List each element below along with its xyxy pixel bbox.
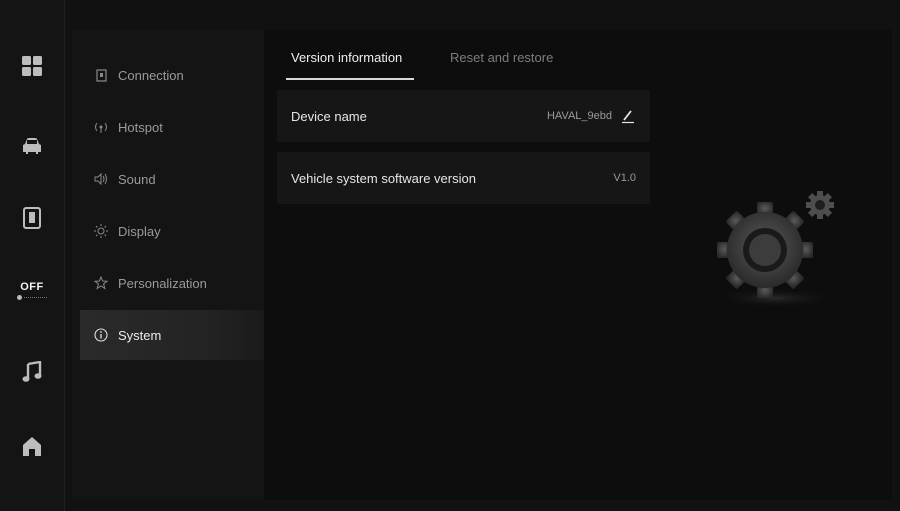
sidebar-item-label: Connection [118, 67, 184, 83]
device-name-value: HAVAL_9ebd [546, 110, 612, 122]
personalization-icon [94, 276, 108, 290]
tab-label: Reset and restore [450, 50, 554, 65]
hotspot-icon [94, 120, 108, 134]
info-icon [94, 328, 108, 342]
sidebar-item-display[interactable]: Display [80, 206, 264, 256]
tab-reset-and-restore[interactable]: Reset and restore [450, 50, 553, 74]
sidebar-item-sound[interactable]: Sound [80, 154, 264, 204]
gears-illustration [707, 170, 857, 320]
climate-button[interactable]: OFF [0, 268, 64, 312]
active-tab-indicator [286, 78, 415, 80]
sidebar-item-hotspot[interactable]: Hotspot [80, 102, 264, 152]
vehicle-button[interactable] [0, 124, 64, 168]
tab-version-information[interactable]: Version information [286, 50, 415, 80]
gear-icon [713, 191, 837, 308]
pencil-icon [622, 110, 634, 124]
sidebar-item-system[interactable]: System [80, 310, 264, 360]
sidebar-item-label: Hotspot [118, 119, 163, 135]
home-button[interactable] [0, 424, 64, 468]
fan-icon [17, 295, 22, 300]
fan-level-indicator [17, 295, 47, 300]
sidebar-item-label: Personalization [118, 275, 207, 291]
software-version-label: Vehicle system software version [291, 170, 476, 186]
software-version-value: V1.0 [613, 172, 636, 184]
apps-grid-button[interactable] [0, 44, 64, 88]
app-dock: OFF [0, 0, 65, 511]
apps-grid-icon [22, 56, 42, 76]
music-button[interactable] [0, 350, 64, 394]
sidebar-item-label: Sound [118, 171, 156, 187]
climate-status: OFF [20, 281, 44, 293]
sidebar-item-connection[interactable]: Connection [80, 50, 264, 100]
home-icon [23, 437, 41, 456]
edit-device-name-button[interactable] [620, 108, 636, 124]
sidebar-item-label: System [118, 327, 162, 343]
display-icon [94, 224, 108, 238]
car-icon [23, 138, 41, 154]
settings-sidebar: Connection Hotspot Sound Display Persona… [72, 30, 264, 500]
tab-label: Version information [291, 50, 403, 65]
music-icon [22, 361, 42, 382]
sidebar-item-label: Display [118, 223, 161, 239]
phone-icon [23, 207, 41, 229]
sound-icon [94, 172, 108, 186]
device-name-label: Device name [291, 108, 367, 124]
sidebar-item-personalization[interactable]: Personalization [80, 258, 264, 308]
software-version-row: Vehicle system software version V1.0 [277, 152, 650, 204]
settings-panel: Connection Hotspot Sound Display Persona… [72, 30, 892, 500]
phone-projection-button[interactable] [0, 196, 64, 240]
connection-icon [94, 68, 108, 82]
device-name-row[interactable]: Device name HAVAL_9ebd [277, 90, 650, 142]
